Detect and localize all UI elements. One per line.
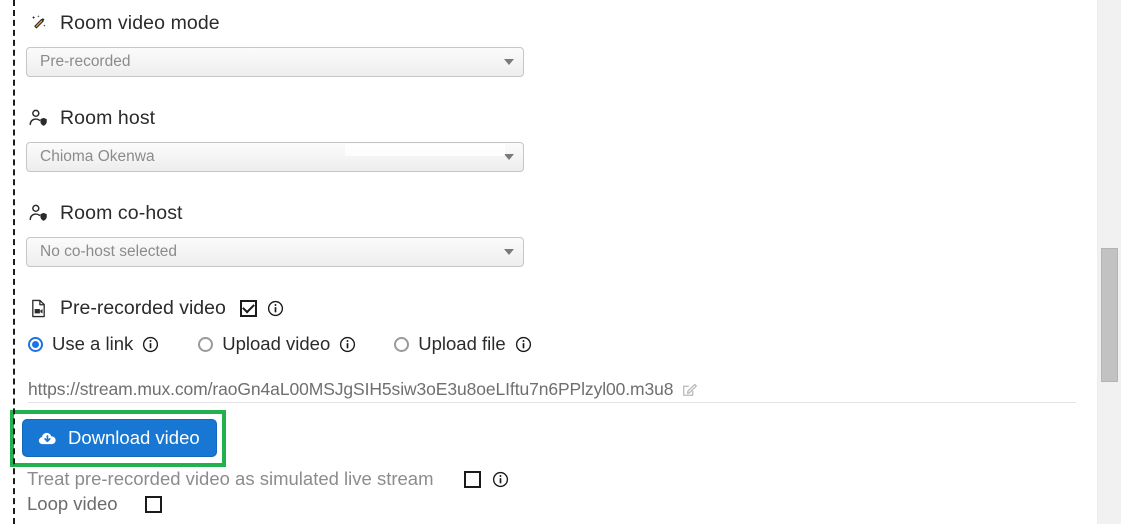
- upload-file-label: Upload file: [418, 333, 506, 354]
- vertical-scrollbar-thumb[interactable]: [1101, 248, 1118, 382]
- room-host-label-row: Room host: [26, 103, 524, 133]
- loop-video-checkbox[interactable]: [144, 495, 162, 513]
- upload-file-radio[interactable]: [394, 336, 410, 352]
- cloud-download-icon: [36, 427, 58, 449]
- left-dashed-guide: [13, 0, 15, 524]
- simulated-live-stream-checkbox[interactable]: [463, 470, 481, 488]
- room-host-select[interactable]: Chioma Okenwa: [26, 142, 524, 172]
- field-room-host: Room host Chioma Okenwa: [26, 103, 524, 172]
- download-video-button[interactable]: Download video: [22, 419, 217, 457]
- prerecorded-video-row: Pre-recorded video: [26, 294, 284, 322]
- prerecorded-video-checkbox[interactable]: [239, 299, 257, 317]
- person-shield-icon: [26, 106, 50, 130]
- download-video-label: Download video: [68, 427, 200, 448]
- room-video-mode-value: Pre-recorded: [40, 53, 131, 70]
- info-icon[interactable]: [492, 471, 509, 488]
- settings-panel: Room video mode Pre-recorded Room host C…: [0, 0, 1076, 524]
- room-video-mode-label: Room video mode: [60, 11, 220, 34]
- room-cohost-label-row: Room co-host: [26, 198, 524, 228]
- person-shield-icon: [26, 201, 50, 225]
- prerecorded-video-label: Pre-recorded video: [60, 296, 226, 319]
- info-icon[interactable]: [267, 300, 284, 317]
- info-icon[interactable]: [515, 336, 532, 353]
- radio-option-upload-video[interactable]: Upload video: [198, 333, 356, 355]
- vertical-scrollbar-track[interactable]: [1097, 0, 1121, 524]
- url-divider: [28, 402, 1076, 403]
- room-host-label: Room host: [60, 106, 156, 129]
- video-file-icon: [26, 296, 50, 320]
- use-a-link-radio[interactable]: [28, 336, 43, 352]
- chevron-down-icon[interactable]: [495, 249, 523, 255]
- room-cohost-select[interactable]: No co-host selected: [26, 237, 524, 267]
- magic-wand-icon: [26, 11, 50, 35]
- room-cohost-value: No co-host selected: [40, 243, 177, 260]
- radio-option-upload-file[interactable]: Upload file: [394, 333, 531, 355]
- info-icon[interactable]: [142, 336, 159, 353]
- video-source-radio-group: Use a link Upload video Upload file: [28, 331, 532, 357]
- edit-pencil-icon[interactable]: [681, 381, 698, 398]
- field-room-video-mode: Room video mode Pre-recorded: [26, 8, 524, 77]
- field-room-cohost: Room co-host No co-host selected: [26, 198, 524, 267]
- loop-video-row: Loop video: [27, 491, 162, 517]
- upload-video-label: Upload video: [222, 333, 331, 354]
- simulated-live-stream-label: Treat pre-recorded video as simulated li…: [27, 468, 434, 489]
- room-video-mode-label-row: Room video mode: [26, 8, 524, 38]
- info-icon[interactable]: [339, 336, 356, 353]
- video-url-text[interactable]: https://stream.mux.com/raoGn4aL00MSJgSIH…: [28, 379, 674, 400]
- room-video-mode-select[interactable]: Pre-recorded: [26, 47, 524, 77]
- video-url-row: https://stream.mux.com/raoGn4aL00MSJgSIH…: [28, 376, 698, 402]
- upload-video-radio[interactable]: [198, 336, 214, 352]
- room-host-value: Chioma Okenwa: [40, 148, 155, 165]
- room-cohost-label: Room co-host: [60, 201, 183, 224]
- page-root: Room video mode Pre-recorded Room host C…: [0, 0, 1121, 524]
- chevron-down-icon[interactable]: [495, 59, 523, 65]
- chevron-down-icon[interactable]: [495, 154, 523, 160]
- use-a-link-label: Use a link: [52, 333, 134, 354]
- radio-option-use-a-link[interactable]: Use a link: [28, 333, 159, 355]
- simulated-live-stream-row: Treat pre-recorded video as simulated li…: [27, 466, 509, 492]
- loop-video-label: Loop video: [27, 493, 118, 514]
